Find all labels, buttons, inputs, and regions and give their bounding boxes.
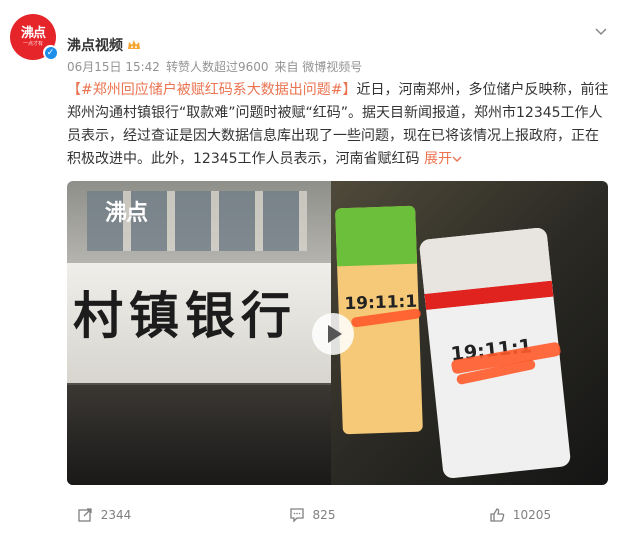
chevron-down-icon[interactable] — [594, 24, 608, 38]
avatar-logo-text: 沸点 — [20, 26, 46, 41]
expand-chevron-icon — [452, 156, 462, 162]
expand-link[interactable]: 展开 — [424, 151, 462, 167]
post-date[interactable]: 06月15日 15:42 — [67, 58, 160, 75]
bank-building-image: 村镇银行 沸点 — [67, 181, 331, 485]
video-thumbnail[interactable]: 村镇银行 沸点 19:11:1 19:11:1 — [67, 181, 608, 485]
comment-count: 825 — [312, 508, 336, 522]
post-body: 【#郑州回应储户被赋红码系大数据出问题#】近日，河南郑州，多位储户反映称，前往郑… — [67, 79, 612, 171]
verified-badge-icon: ✓ — [43, 45, 58, 60]
repost-info: 转赞人数超过9600 — [165, 60, 269, 74]
comment-button[interactable]: 825 — [208, 500, 416, 530]
play-icon[interactable] — [312, 313, 354, 355]
like-count: 10205 — [512, 508, 552, 522]
video-watermark: 沸点 — [105, 201, 148, 226]
hashtag-link[interactable]: 【#郑州回应储户被赋红码系大数据出问题#】 — [67, 82, 356, 98]
phone-screens-image: 19:11:1 19:11:1 — [331, 181, 608, 485]
crown-icon — [128, 40, 140, 49]
repost-button[interactable]: 2344 — [0, 500, 208, 530]
action-bar: 2344 825 10205 — [0, 500, 624, 530]
comment-icon — [289, 508, 304, 523]
repost-icon — [78, 508, 92, 522]
bank-sign-text: 村镇银行 — [73, 287, 297, 345]
post-source[interactable]: 来自 微博视频号 — [274, 58, 362, 75]
thumbs-up-icon — [490, 508, 505, 522]
author-name[interactable]: 沸点视频 — [67, 35, 123, 55]
repost-count: 2344 — [100, 508, 132, 522]
avatar-logo-subtext: 一点才有 — [22, 41, 43, 47]
like-button[interactable]: 10205 — [416, 500, 624, 530]
